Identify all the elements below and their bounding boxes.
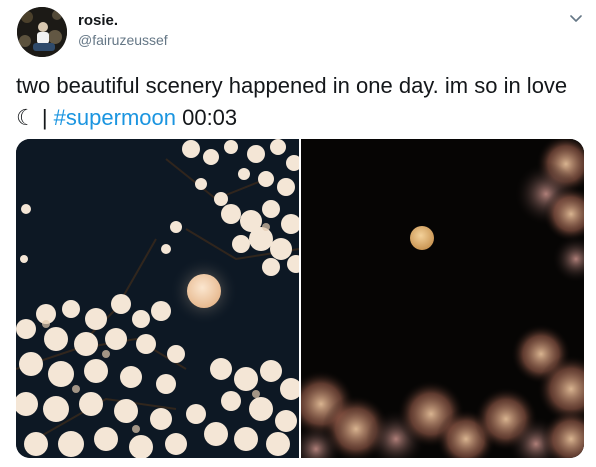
avatar[interactable] [17, 7, 67, 57]
tweet-text: two beautiful scenery happened in one da… [16, 70, 576, 134]
photo-cherry-blossoms-full-moon[interactable] [16, 139, 299, 458]
photo-moon-blurred-blossoms[interactable] [301, 139, 584, 458]
more-options-button[interactable] [566, 9, 586, 29]
hashtag-link[interactable]: #supermoon [54, 105, 176, 130]
display-name[interactable]: rosie. [78, 12, 118, 30]
user-handle[interactable]: @fairuzeussef [78, 31, 168, 49]
media-grid [16, 139, 584, 458]
chevron-down-icon [570, 10, 582, 28]
tweet-card: rosie. @fairuzeussef two beautiful scene… [0, 0, 596, 467]
tweet-time: 00:03 [175, 105, 238, 130]
